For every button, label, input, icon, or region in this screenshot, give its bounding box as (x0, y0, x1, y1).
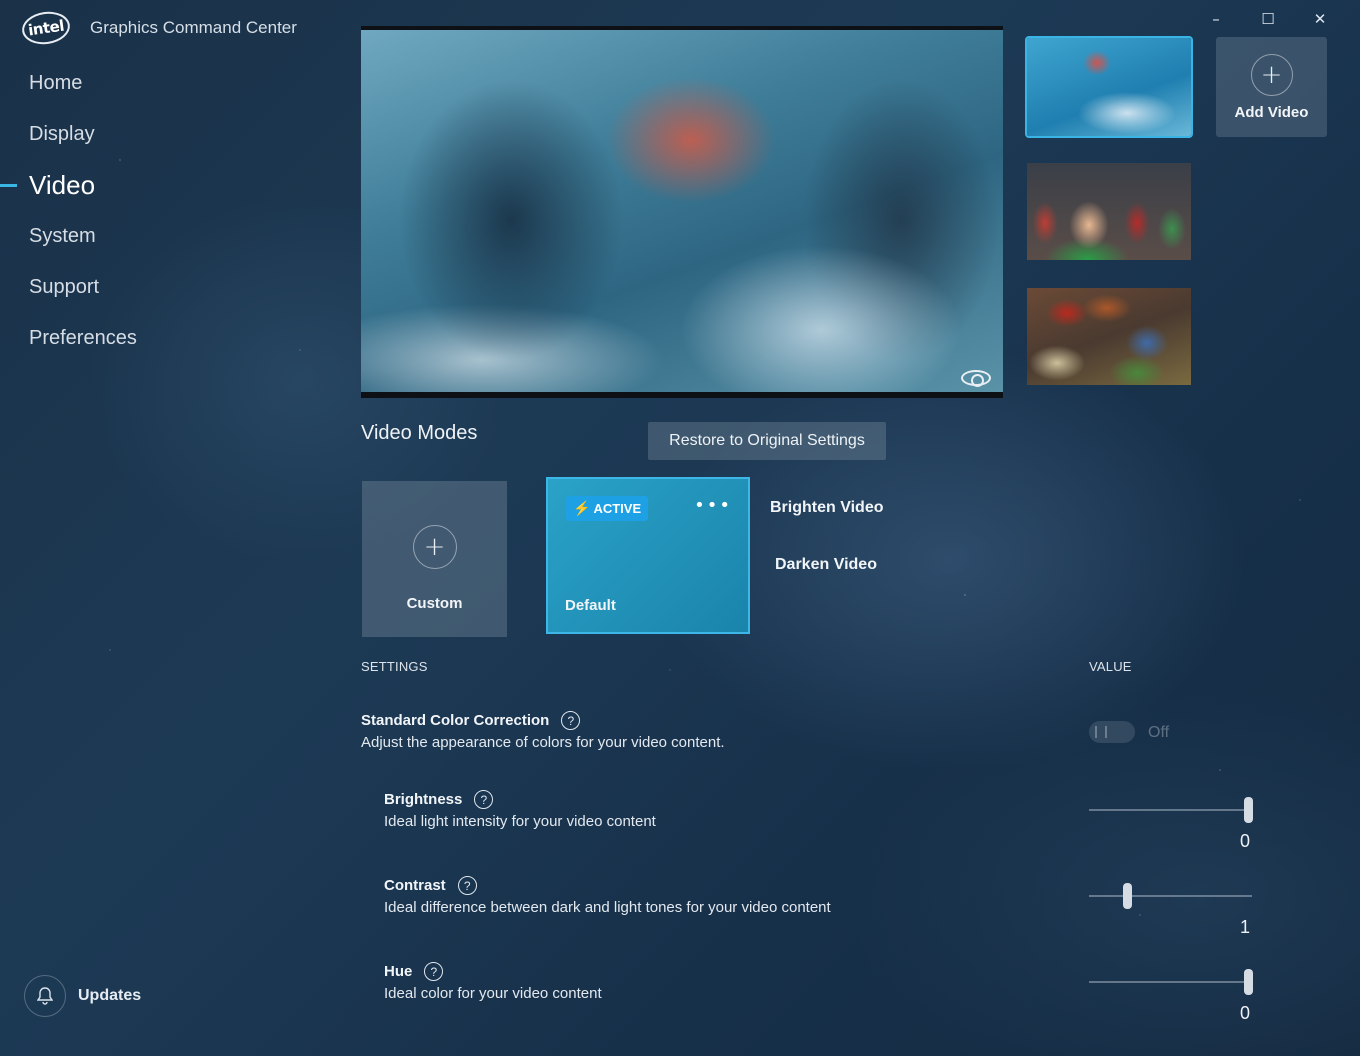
nav-item-support[interactable]: Support (0, 262, 330, 313)
thumbnail-image (1027, 38, 1191, 136)
nav-item-label: Video (29, 170, 96, 200)
mode-label: Default (565, 597, 616, 614)
mode-card-default[interactable]: ⚡ ACTIVE ••• Default (546, 477, 750, 634)
help-icon[interactable]: ? (424, 962, 444, 981)
contrast-value: 1 (1239, 917, 1250, 937)
setting-title: Contrast (384, 877, 446, 894)
window-controls: – ☐ ✕ (1190, 8, 1346, 30)
setting-hue: Hue ? (384, 962, 444, 981)
minimize-button[interactable]: – (1190, 8, 1242, 30)
brightness-value: 0 (1239, 831, 1250, 851)
hue-value: 0 (1239, 1003, 1250, 1023)
nav-item-preferences[interactable]: Preferences (0, 313, 330, 364)
mode-card-custom[interactable]: + Custom (362, 481, 507, 637)
eye-icon[interactable] (961, 370, 991, 387)
settings-header: SETTINGS (361, 659, 428, 674)
updates-label: Updates (78, 987, 142, 1004)
video-thumbnail-snowboarder[interactable] (1025, 36, 1193, 138)
help-icon[interactable]: ? (561, 711, 581, 730)
updates-button[interactable]: Updates (24, 975, 141, 1017)
plus-icon: + (1250, 53, 1293, 96)
value-header: VALUE (1089, 659, 1132, 674)
video-thumbnail-market[interactable] (1027, 288, 1191, 385)
slider-thumb[interactable] (1123, 883, 1133, 909)
intel-logo: intel (20, 8, 72, 48)
slider-thumb[interactable] (1244, 969, 1253, 995)
more-options-icon[interactable]: ••• (694, 497, 732, 515)
nav-item-label: Preferences (29, 327, 137, 349)
active-badge: ⚡ ACTIVE (566, 496, 649, 521)
add-video-button[interactable]: + Add Video (1216, 37, 1327, 137)
thumbnail-image (1027, 163, 1191, 260)
slider-track (1089, 981, 1252, 983)
brightness-slider[interactable] (1089, 797, 1253, 823)
nav-item-home[interactable]: Home (0, 58, 330, 109)
app-title: Graphics Command Center (90, 18, 297, 37)
contrast-slider[interactable] (1089, 883, 1252, 909)
active-badge-label: ACTIVE (593, 501, 642, 516)
nav-item-label: Support (29, 276, 100, 298)
toggle-state-label: Off (1148, 724, 1170, 741)
nav-item-display[interactable]: Display (0, 109, 330, 160)
setting-title: Standard Color Correction (361, 712, 550, 729)
setting-title: Hue (384, 963, 413, 980)
setting-description: Ideal color for your video content (384, 985, 602, 1002)
setting-description: Adjust the appearance of colors for your… (361, 734, 725, 751)
color-correction-toggle[interactable] (1089, 721, 1135, 743)
hue-slider[interactable] (1089, 969, 1253, 995)
nav-item-system[interactable]: System (0, 211, 330, 262)
sidebar-nav: Home Display Video System Support Prefer… (0, 58, 330, 364)
setting-brightness: Brightness ? (384, 790, 494, 809)
add-video-label: Add Video (1234, 103, 1309, 121)
preview-image (361, 30, 1003, 392)
maximize-button[interactable]: ☐ (1242, 8, 1294, 30)
slider-track (1089, 809, 1252, 811)
nav-item-label: Home (29, 72, 83, 94)
help-icon[interactable]: ? (474, 790, 494, 809)
video-modes-title: Video Modes (361, 422, 478, 444)
setting-color-correction: Standard Color Correction ? (361, 711, 581, 730)
setting-contrast: Contrast ? (384, 876, 477, 895)
slider-thumb[interactable] (1244, 797, 1253, 823)
restore-settings-button[interactable]: Restore to Original Settings (648, 422, 886, 460)
lightning-icon: ⚡ (573, 500, 591, 516)
setting-description: Ideal difference between dark and light … (384, 899, 831, 916)
video-preview[interactable] (361, 26, 1003, 398)
video-thumbnail-group[interactable] (1027, 163, 1191, 260)
nav-item-label: Display (29, 123, 95, 145)
nav-item-label: System (29, 225, 96, 247)
thumbnail-image (1027, 288, 1191, 385)
mode-brighten-video[interactable]: Brighten Video (770, 499, 884, 517)
bell-icon (24, 975, 66, 1017)
help-icon[interactable]: ? (457, 876, 477, 895)
app-brand: intel Graphics Command Center (20, 8, 297, 48)
mode-label: Custom (406, 595, 463, 612)
mode-darken-video[interactable]: Darken Video (775, 556, 877, 574)
nav-item-video[interactable]: Video (0, 160, 330, 211)
plus-icon: + (412, 525, 457, 569)
setting-title: Brightness (384, 791, 463, 808)
close-button[interactable]: ✕ (1294, 8, 1346, 30)
setting-description: Ideal light intensity for your video con… (384, 813, 656, 830)
slider-track (1089, 895, 1252, 897)
